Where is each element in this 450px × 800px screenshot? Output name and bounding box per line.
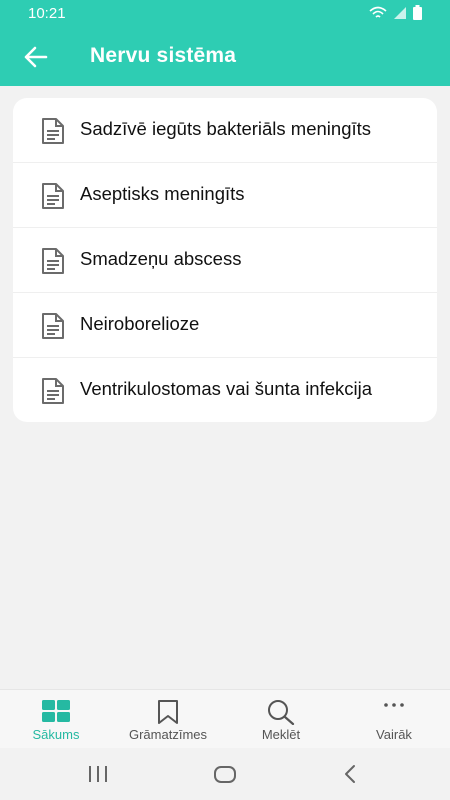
tab-more[interactable]: Vairāk	[338, 690, 450, 748]
list-item[interactable]: Neiroborelioze	[13, 293, 437, 358]
page-title: Nervu sistēma	[90, 44, 237, 67]
document-icon	[42, 248, 64, 274]
list-item[interactable]: Sadzīvē iegūts bakteriāls meningīts	[13, 98, 437, 163]
list-item[interactable]: Smadzeņu abscess	[13, 228, 437, 293]
list-item[interactable]: Aseptisks meningīts	[13, 163, 437, 228]
document-icon	[42, 313, 64, 339]
tab-label: Meklēt	[261, 727, 301, 742]
battery-icon	[413, 5, 422, 20]
recent-apps-button[interactable]	[88, 762, 108, 786]
home-button[interactable]	[213, 762, 237, 786]
list-item-label: Aseptisks meningīts	[80, 183, 245, 204]
document-icon	[42, 118, 64, 144]
bookmark-icon	[158, 700, 178, 724]
tab-search[interactable]: Meklēt	[225, 690, 337, 748]
tab-home[interactable]: Sākums	[0, 690, 112, 748]
tab-label: Grāmatzīmes	[128, 727, 207, 742]
list-item-label: Smadzeņu abscess	[80, 248, 242, 269]
wifi-icon	[369, 6, 387, 20]
back-nav-button[interactable]	[341, 762, 359, 786]
tab-bookmarks[interactable]: Grāmatzīmes	[112, 690, 224, 748]
list-item[interactable]: Ventrikulostomas vai šunta infekcija	[13, 358, 437, 422]
document-icon	[42, 378, 64, 404]
tab-label: Vairāk	[376, 727, 412, 742]
signal-icon	[393, 6, 407, 20]
arrow-left-icon	[24, 46, 48, 68]
status-icons	[369, 5, 422, 20]
list-item-label: Neiroborelioze	[80, 313, 200, 334]
more-icon	[384, 703, 404, 707]
tab-label: Sākums	[32, 727, 80, 742]
list-item-label: Ventrikulostomas vai šunta infekcija	[80, 378, 373, 399]
document-icon	[42, 183, 64, 209]
list-item-label: Sadzīvē iegūts bakteriāls meningīts	[80, 118, 372, 139]
status-bar: 10:21	[0, 0, 450, 28]
search-icon	[268, 700, 295, 725]
topic-list: Sadzīvē iegūts bakteriāls meningīts Asep…	[13, 98, 437, 422]
back-button[interactable]	[22, 44, 50, 70]
bottom-navigation: Sākums Grāmatzīmes Meklēt Vairāk	[0, 689, 450, 748]
app-bar: Nervu sistēma	[0, 28, 450, 86]
system-navigation-bar	[0, 748, 450, 800]
status-time: 10:21	[28, 5, 66, 22]
grid-icon	[42, 700, 70, 722]
